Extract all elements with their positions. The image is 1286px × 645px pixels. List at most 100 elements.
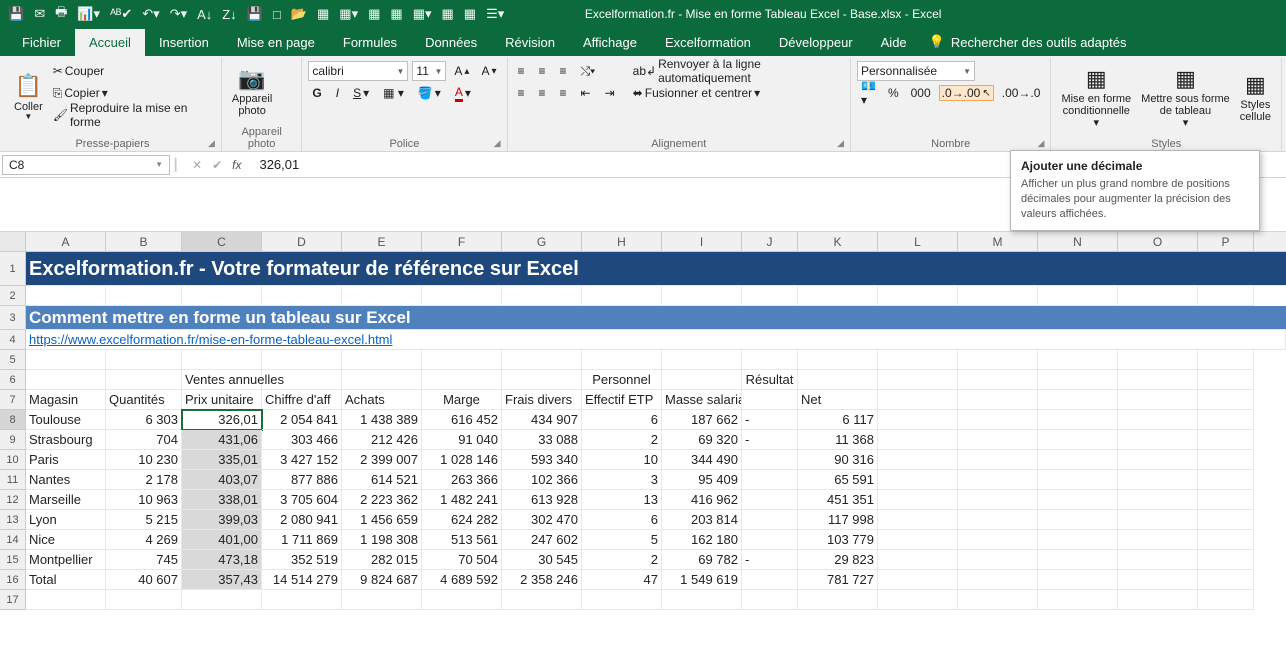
mail-icon[interactable]: ✉ [34, 6, 45, 22]
cell[interactable]: 33 088 [502, 430, 582, 450]
cell[interactable] [1038, 370, 1118, 390]
cell[interactable]: Effectif ETP [582, 390, 662, 410]
cell[interactable] [26, 350, 106, 370]
cell[interactable]: Quantités [106, 390, 182, 410]
cell[interactable] [106, 370, 182, 390]
fill-color-button[interactable]: 🪣▾ [414, 84, 445, 102]
cell[interactable] [1038, 450, 1118, 470]
cell[interactable] [878, 350, 958, 370]
cell[interactable] [1198, 490, 1254, 510]
format-painter-button[interactable]: 🖌Reproduire la mise en forme [49, 99, 215, 131]
cell[interactable]: Nice [26, 530, 106, 550]
undo-icon[interactable]: ↶▾ [142, 6, 159, 22]
row-header[interactable]: 16 [0, 570, 26, 590]
italic-button[interactable]: I [332, 84, 343, 102]
cell[interactable] [422, 286, 502, 306]
cell[interactable] [582, 286, 662, 306]
cell[interactable] [1118, 390, 1198, 410]
cell[interactable] [742, 510, 798, 530]
cell[interactable]: 282 015 [342, 550, 422, 570]
cell[interactable] [502, 350, 582, 370]
grow-font-button[interactable]: A▴ [450, 62, 473, 80]
misc1-icon[interactable]: ▦▾ [413, 6, 432, 22]
cell[interactable]: 624 282 [422, 510, 502, 530]
cell[interactable] [1038, 550, 1118, 570]
cell[interactable]: 2 358 246 [502, 570, 582, 590]
cell[interactable]: 69 782 [662, 550, 742, 570]
cell[interactable] [1198, 430, 1254, 450]
cell[interactable] [1198, 530, 1254, 550]
cell[interactable]: 593 340 [502, 450, 582, 470]
cell[interactable] [106, 350, 182, 370]
cell[interactable]: 399,03 [182, 510, 262, 530]
formula-value[interactable]: 326,01 [251, 157, 307, 172]
font-color-button[interactable]: A▾ [451, 83, 475, 104]
cell[interactable] [1038, 390, 1118, 410]
cell[interactable] [798, 286, 878, 306]
cell[interactable]: 13 [582, 490, 662, 510]
cell[interactable]: 344 490 [662, 450, 742, 470]
cell[interactable]: 2 223 362 [342, 490, 422, 510]
accounting-button[interactable]: 💶▾ [857, 77, 880, 109]
align-bottom-button[interactable]: ≡ [556, 62, 571, 80]
row-header[interactable]: 6 [0, 370, 26, 390]
cell[interactable] [1198, 410, 1254, 430]
cell[interactable] [26, 286, 106, 306]
cell[interactable] [182, 350, 262, 370]
worksheet-grid[interactable]: ABCDEFGHIJKLMNOP 1Excelformation.fr - Vo… [0, 232, 1286, 610]
cell[interactable]: 704 [106, 430, 182, 450]
cell[interactable] [1038, 590, 1118, 610]
cell[interactable] [1198, 286, 1254, 306]
cell[interactable]: Lyon [26, 510, 106, 530]
cell[interactable] [106, 286, 182, 306]
cell[interactable] [342, 370, 422, 390]
cell[interactable] [798, 350, 878, 370]
row-header[interactable]: 8 [0, 410, 26, 430]
quickprint-icon[interactable]: 🖶 [55, 3, 67, 25]
cell[interactable]: 2 399 007 [342, 450, 422, 470]
cell[interactable] [878, 430, 958, 450]
cell[interactable] [958, 450, 1038, 470]
cell[interactable]: 117 998 [798, 510, 878, 530]
tell-me-search[interactable]: 💡 Rechercher des outils adaptés [929, 34, 1127, 50]
align-center-button[interactable]: ≡ [535, 84, 550, 102]
column-header-I[interactable]: I [662, 232, 742, 251]
select-all-corner[interactable] [0, 232, 26, 251]
cell[interactable] [26, 590, 106, 610]
cell[interactable] [798, 590, 878, 610]
align-top-button[interactable]: ≡ [514, 62, 529, 80]
dialog-launcher-icon[interactable]: ◢ [208, 138, 215, 149]
cell[interactable] [958, 590, 1038, 610]
subtitle[interactable]: Comment mettre en forme un tableau sur E… [26, 306, 1286, 330]
cell[interactable]: 2 178 [106, 470, 182, 490]
cell[interactable] [1198, 570, 1254, 590]
cell[interactable] [1038, 350, 1118, 370]
cell[interactable]: Achats [342, 390, 422, 410]
camera-button[interactable]: 📷Appareil photo [228, 60, 276, 124]
cell[interactable] [1198, 370, 1254, 390]
cell[interactable]: 745 [106, 550, 182, 570]
cell[interactable] [878, 570, 958, 590]
cell[interactable]: 4 269 [106, 530, 182, 550]
cell[interactable]: 335,01 [182, 450, 262, 470]
cell[interactable]: 47 [582, 570, 662, 590]
cell[interactable]: Paris [26, 450, 106, 470]
tab-developer[interactable]: Développeur [765, 29, 867, 56]
cell-styles-button[interactable]: ▦Styles cellule [1236, 60, 1275, 136]
cell[interactable] [878, 470, 958, 490]
cell[interactable] [1118, 490, 1198, 510]
column-header-K[interactable]: K [798, 232, 878, 251]
cell[interactable]: 91 040 [422, 430, 502, 450]
column-header-L[interactable]: L [878, 232, 958, 251]
cell[interactable]: - [742, 550, 798, 570]
cell[interactable] [422, 350, 502, 370]
cell[interactable] [878, 550, 958, 570]
row-header[interactable]: 4 [0, 330, 26, 350]
cell[interactable]: 3 705 604 [262, 490, 342, 510]
cell[interactable] [1198, 390, 1254, 410]
cell[interactable]: 473,18 [182, 550, 262, 570]
sort-desc-icon[interactable]: Z↓ [222, 7, 236, 22]
cell[interactable] [742, 530, 798, 550]
column-header-B[interactable]: B [106, 232, 182, 251]
tab-review[interactable]: Révision [491, 29, 569, 56]
